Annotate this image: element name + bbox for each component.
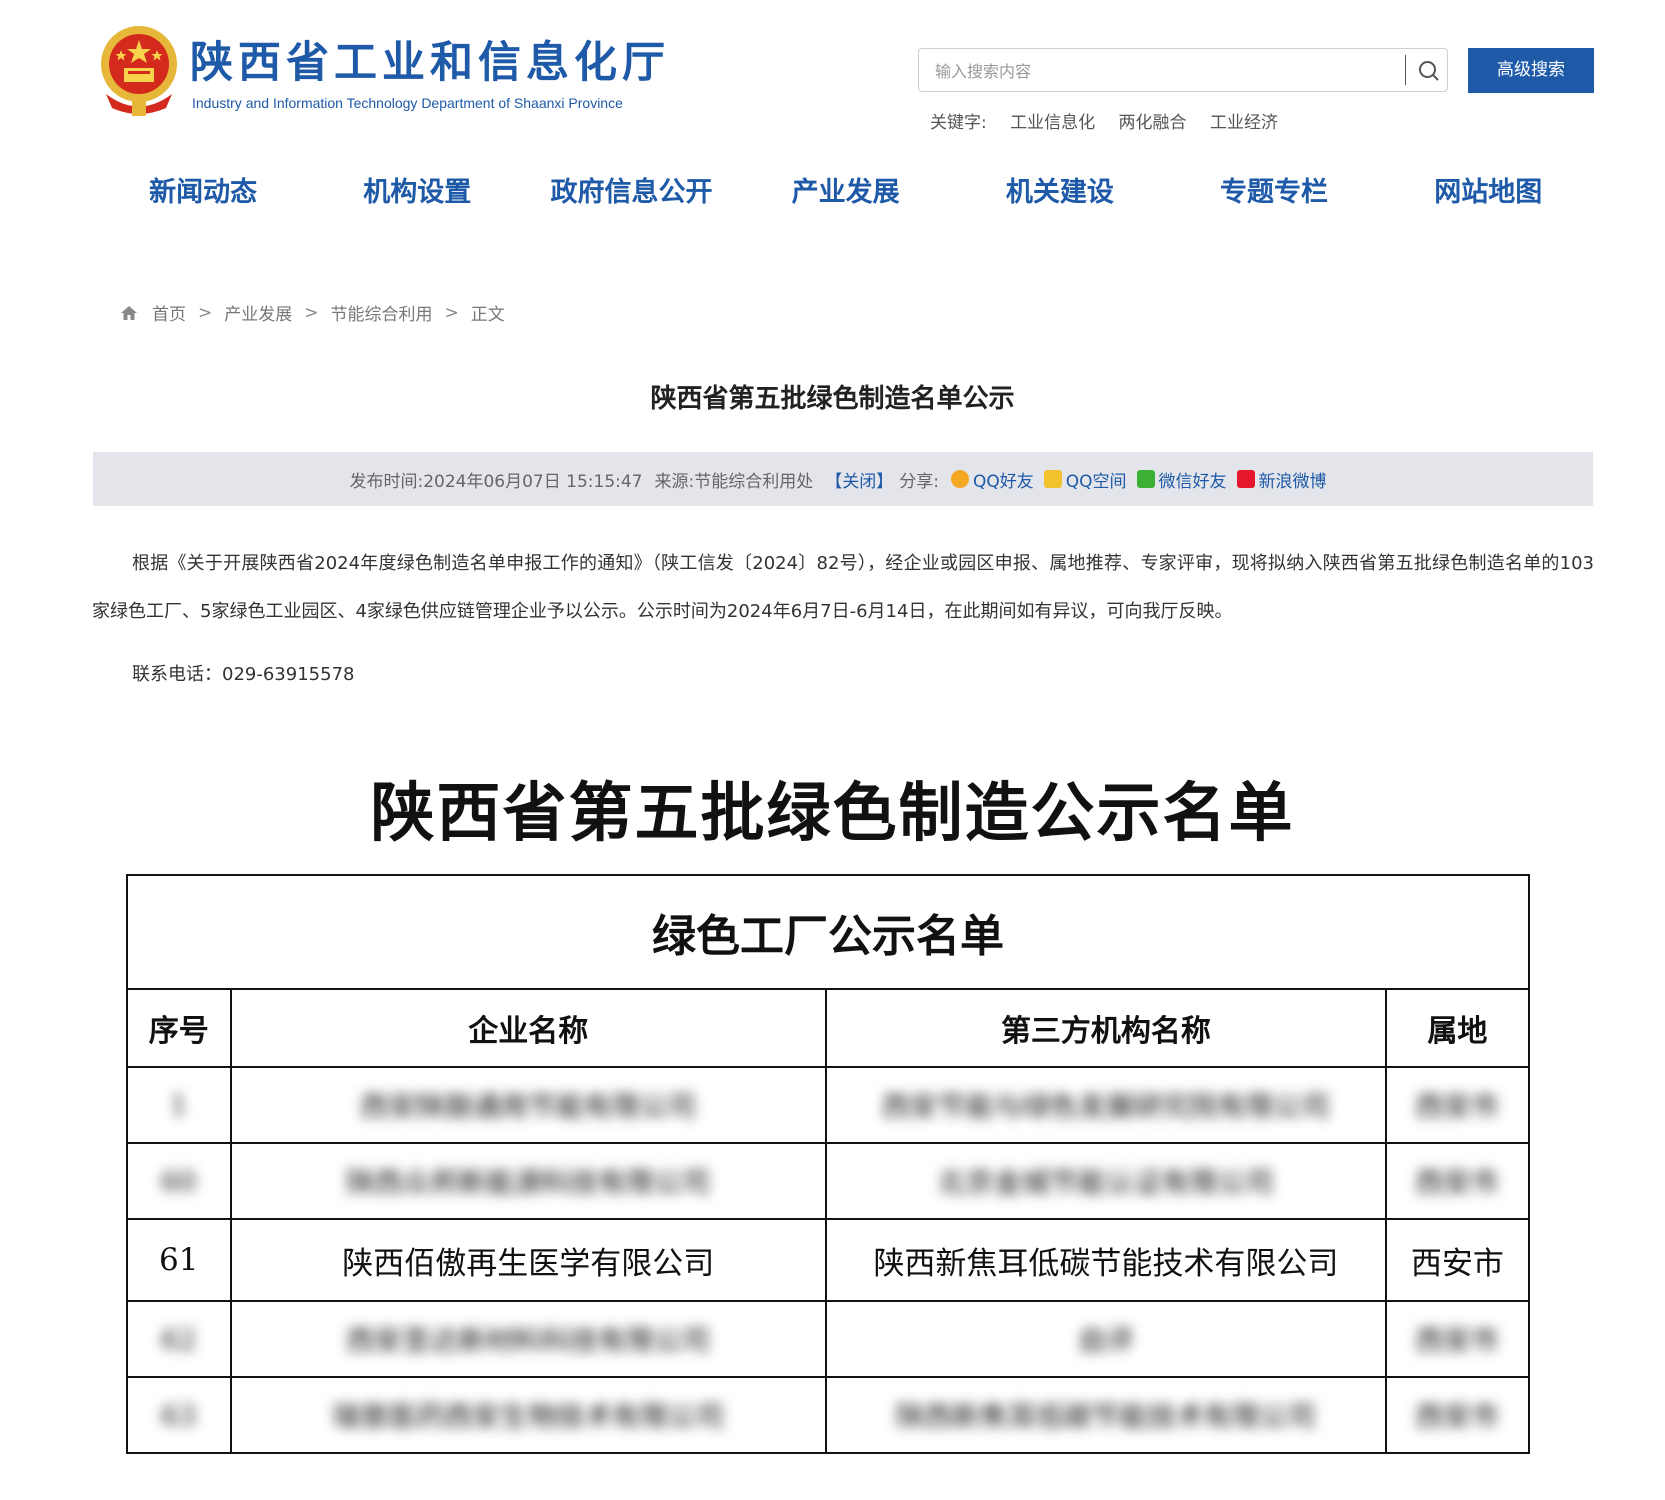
cell-agency: 自评 [825, 1300, 1387, 1378]
close-link[interactable]: 【关闭】 [825, 467, 893, 492]
cell-number: 62 [126, 1300, 232, 1378]
breadcrumb-industry[interactable]: 产业发展 [224, 300, 292, 325]
cell-region: 西安市 [1384, 1218, 1531, 1302]
keywords-label: 关键字: [930, 113, 987, 133]
share-weibo-label: 新浪微博 [1258, 471, 1327, 492]
search-keywords: 关键字: 工业信息化 两化融合 工业经济 [930, 108, 1296, 133]
contact-phone: 联系电话：029-63915578 [132, 664, 355, 685]
keyword-link[interactable]: 工业经济 [1210, 113, 1278, 133]
site-title: 陕西省工业和信息化厅 [190, 38, 670, 88]
article-meta-bar: 发布时间: 2024年06月07日 15:15:47 来源: 节能综合利用处 【… [93, 452, 1593, 506]
search-box [918, 48, 1448, 92]
share-qzone-label: QQ空间 [1065, 471, 1127, 492]
cell-region: 西安市 [1384, 1300, 1531, 1378]
cell-number: 1 [126, 1066, 232, 1144]
cell-region: 西安市 [1384, 1066, 1531, 1144]
nav-item-organization[interactable]: 机构设置 [310, 168, 524, 218]
column-header-company: 企业名称 [229, 988, 828, 1068]
cell-agency: 陕西新焦耳低碳节能技术有限公司 [825, 1376, 1387, 1454]
breadcrumb-home[interactable]: 首页 [152, 300, 186, 325]
cell-agency: 陕西新焦耳低碳节能技术有限公司 [825, 1218, 1387, 1302]
column-header-agency: 第三方机构名称 [825, 988, 1387, 1068]
breadcrumb-separator: > [444, 302, 459, 323]
cell-company: 瑞普医药西安生物技术有限公司 [229, 1376, 828, 1454]
nav-item-agency-building[interactable]: 机关建设 [953, 168, 1167, 218]
nav-item-gov-info[interactable]: 政府信息公开 [524, 168, 738, 218]
site-subtitle: Industry and Information Technology Depa… [192, 95, 623, 111]
cell-agency: 西安节能与绿色发展研究院有限公司 [825, 1066, 1387, 1144]
cell-region: 西安市 [1384, 1376, 1531, 1454]
breadcrumb-separator: > [304, 302, 319, 323]
column-header-number: 序号 [126, 988, 232, 1068]
cell-company: 西安陕鼓通用节能有限公司 [229, 1066, 828, 1144]
document-title: 陕西省第五批绿色制造公示名单 [370, 777, 1295, 851]
breadcrumb-current: 正文 [470, 305, 505, 325]
publish-label: 发布时间: [349, 471, 424, 492]
share-qzone[interactable]: QQ空间 [1043, 467, 1127, 492]
cell-region: 西安市 [1384, 1142, 1531, 1220]
article-paragraph: 根据《关于开展陕西省2024年度绿色制造名单申报工作的通知》（陕工信发〔2024… [92, 553, 1594, 622]
nav-item-sitemap[interactable]: 网站地图 [1381, 168, 1595, 218]
cell-number: 63 [126, 1376, 232, 1454]
breadcrumb: 首页 > 产业发展 > 节能综合利用 > 正文 [120, 300, 505, 325]
column-header-region: 属地 [1384, 988, 1531, 1068]
table-row-highlighted: 61 陕西佰傲再生医学有限公司 陕西新焦耳低碳节能技术有限公司 西安市 [126, 1218, 1531, 1302]
cell-company: 西安圣达新材料科技有限公司 [229, 1300, 828, 1378]
cell-company: 陕西佰傲再生医学有限公司 [229, 1218, 828, 1302]
search-divider [1405, 55, 1406, 85]
nav-item-topics[interactable]: 专题专栏 [1167, 168, 1381, 218]
keyword-link[interactable]: 两化融合 [1119, 113, 1187, 133]
qq-icon [950, 470, 969, 488]
cell-company: 陕西众邦新能源科技有限公司 [229, 1142, 828, 1220]
cell-number: 61 [126, 1218, 232, 1302]
share-wechat-label: 微信好友 [1158, 471, 1227, 492]
table-row: 63 瑞普医药西安生物技术有限公司 陕西新焦耳低碳节能技术有限公司 西安市 [126, 1376, 1531, 1454]
share-qq-friend[interactable]: QQ好友 [950, 467, 1034, 492]
cell-agency: 北京金城节能认证有限公司 [825, 1142, 1387, 1220]
share-qq-friend-label: QQ好友 [972, 471, 1034, 492]
breadcrumb-separator: > [198, 302, 213, 323]
main-nav: 新闻动态 机构设置 政府信息公开 产业发展 机关建设 专题专栏 网站地图 [96, 168, 1596, 218]
article-title: 陕西省第五批绿色制造名单公示 [650, 384, 1015, 414]
green-factory-table: 绿色工厂公示名单 序号 企业名称 第三方机构名称 属地 1 西安陕鼓通用节能有限… [126, 874, 1531, 1454]
keyword-link[interactable]: 工业信息化 [1010, 113, 1095, 133]
wechat-icon [1136, 470, 1155, 488]
qzone-icon [1043, 470, 1062, 488]
table-row: 62 西安圣达新材料科技有限公司 自评 西安市 [126, 1300, 1531, 1378]
table-row: 60 陕西众邦新能源科技有限公司 北京金城节能认证有限公司 西安市 [126, 1142, 1531, 1220]
share-wechat[interactable]: 微信好友 [1136, 467, 1227, 492]
publish-time: 2024年06月07日 15:15:47 [423, 471, 643, 492]
search-input[interactable] [933, 57, 1387, 85]
home-icon[interactable] [120, 304, 138, 322]
table-caption: 绿色工厂公示名单 [126, 874, 1530, 990]
share-label: 分享: [899, 471, 939, 492]
source-label: 来源: [654, 471, 695, 492]
nav-item-industry[interactable]: 产业发展 [739, 168, 953, 218]
nav-item-news[interactable]: 新闻动态 [96, 168, 310, 218]
search-icon[interactable] [1417, 59, 1441, 83]
cell-number: 60 [126, 1142, 232, 1220]
national-emblem-logo [101, 26, 177, 116]
weibo-icon [1236, 470, 1255, 488]
breadcrumb-energy-saving[interactable]: 节能综合利用 [331, 300, 433, 325]
advanced-search-button[interactable]: 高级搜索 [1468, 48, 1594, 93]
table-row: 1 西安陕鼓通用节能有限公司 西安节能与绿色发展研究院有限公司 西安市 [126, 1066, 1531, 1144]
share-weibo[interactable]: 新浪微博 [1236, 467, 1327, 492]
source-value: 节能综合利用处 [694, 471, 814, 492]
